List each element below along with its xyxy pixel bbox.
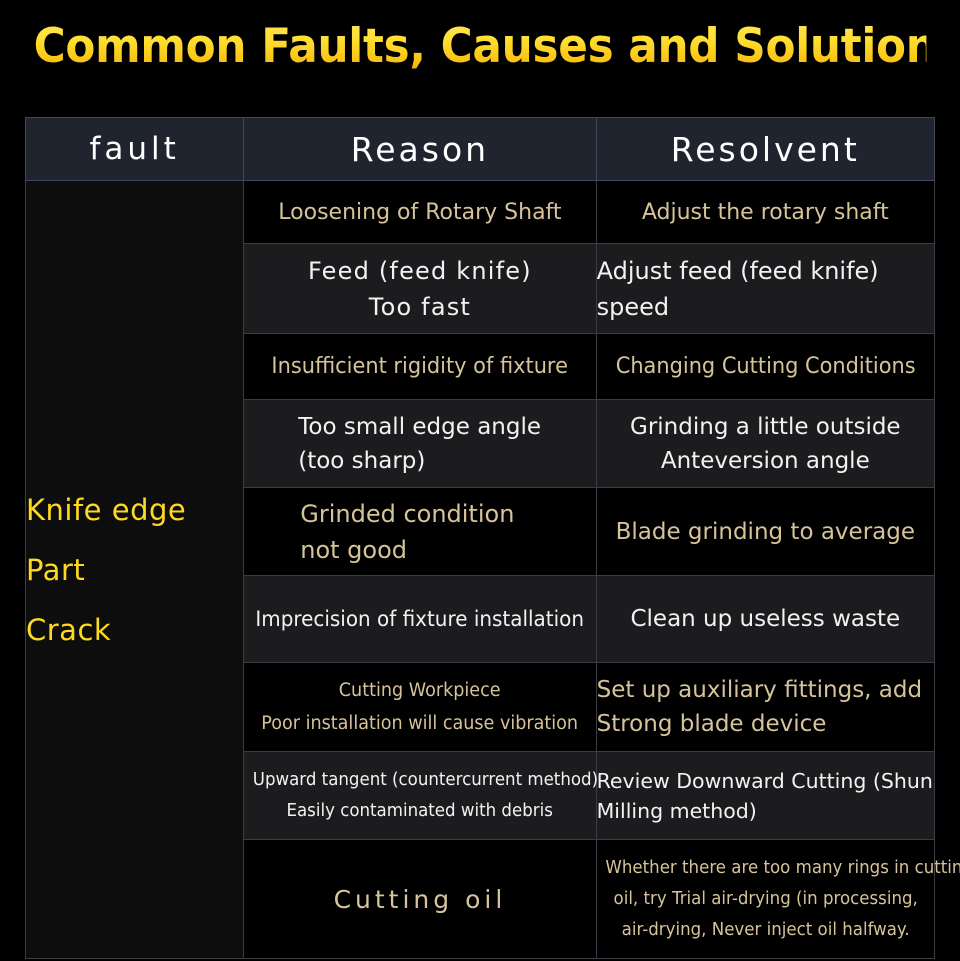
- column-header-resolvent: Resolvent: [595, 117, 936, 181]
- reason-cell: Upward tangent (countercurrent method) E…: [243, 751, 599, 840]
- resolvent-cell: Clean up useless waste: [595, 575, 936, 663]
- reason-line: Loosening of Rotary Shaft: [278, 199, 562, 225]
- reason-cell: Too small edge angle (too sharp): [243, 399, 597, 488]
- resolvent-line: Set up auxiliary fittings, add: [596, 677, 923, 703]
- faults-table: fault Reason Resolvent Knife edge Part C…: [24, 117, 960, 959]
- column-header-reason: Reason: [243, 117, 597, 181]
- reason-cell: Insufficient rigidity of fixture: [243, 333, 597, 400]
- reason-cell: Cutting Workpiece Poor installation will…: [243, 662, 597, 752]
- resolvent-line: Clean up useless waste: [630, 606, 901, 632]
- resolvent-line: Blade grinding to average: [615, 518, 915, 545]
- fault-line-1: Knife edge: [26, 492, 187, 527]
- reason-line: Cutting oil: [333, 884, 507, 914]
- reason-line: Poor installation will cause vibration: [261, 713, 579, 734]
- resolvent-line: Adjust feed (feed knife): [596, 256, 879, 285]
- reason-cell: Grinded condition not good: [243, 487, 597, 576]
- reason-cell: Feed (feed knife) Too fast: [243, 243, 597, 334]
- reason-cell: Loosening of Rotary Shaft: [243, 180, 597, 244]
- resolvent-line: Anteversion angle: [660, 447, 870, 474]
- page-title: Common Faults, Causes and Solutions: [34, 14, 960, 80]
- reason-line: Feed (feed knife): [307, 256, 532, 285]
- table-row: Knife edge Part Crack Loosening of Rotar…: [24, 180, 936, 959]
- resolvent-line: air-drying, Never inject oil halfway.: [621, 919, 910, 940]
- resolvent-cell: Adjust feed (feed knife) speed: [595, 243, 936, 334]
- resolvent-line: Milling method): [596, 798, 757, 823]
- fault-line-2: Part: [26, 552, 86, 587]
- resolvent-cell: Whether there are too many rings in cutt…: [595, 839, 960, 959]
- resolvent-line: Strong blade device: [596, 711, 827, 737]
- reason-line: (too sharp): [298, 447, 426, 474]
- resolvent-line: Adjust the rotary shaft: [641, 199, 889, 225]
- reason-cell: Imprecision of fixture installation: [243, 575, 597, 663]
- table-header-row: fault Reason Resolvent: [24, 117, 936, 181]
- fault-category-cell: Knife edge Part Crack: [24, 180, 245, 959]
- resolvent-line: oil, try Trial air-drying (in processing…: [613, 888, 918, 909]
- reason-line: Insufficient rigidity of fixture: [271, 354, 569, 379]
- reason-line: Upward tangent (countercurrent method): [253, 769, 599, 790]
- resolvent-line: Whether there are too many rings in cutt…: [605, 857, 960, 878]
- reason-line: Too fast: [368, 292, 472, 321]
- resolvent-line: Review Downward Cutting (Shun: [596, 768, 933, 793]
- resolvent-line: Changing Cutting Conditions: [615, 354, 916, 379]
- resolvent-cell: Set up auxiliary fittings, add Strong bl…: [595, 662, 936, 752]
- resolvent-cell: Adjust the rotary shaft: [595, 180, 936, 244]
- fault-category-label: Knife edge Part Crack: [26, 480, 243, 660]
- slide-root: Common Faults, Causes and Solutions faul…: [0, 0, 960, 961]
- reason-line: Too small edge angle: [298, 413, 542, 440]
- column-header-fault: fault: [24, 117, 245, 181]
- reason-cell: Cutting oil: [243, 839, 597, 959]
- fault-line-3: Crack: [26, 612, 112, 647]
- reason-line: Cutting Workpiece: [339, 680, 501, 701]
- resolvent-cell: Changing Cutting Conditions: [595, 333, 936, 400]
- resolvent-line: speed: [596, 292, 670, 321]
- reason-line: not good: [300, 535, 408, 564]
- reason-line: Easily contaminated with debris: [286, 800, 554, 821]
- resolvent-cell: Review Downward Cutting (Shun Milling me…: [595, 751, 936, 840]
- resolvent-line: Grinding a little outside: [630, 413, 901, 440]
- reason-line: Imprecision of fixture installation: [255, 607, 585, 631]
- reason-line: Grinded condition: [300, 499, 515, 528]
- resolvent-cell: Blade grinding to average: [595, 487, 936, 576]
- resolvent-cell: Grinding a little outside Anteversion an…: [595, 399, 936, 488]
